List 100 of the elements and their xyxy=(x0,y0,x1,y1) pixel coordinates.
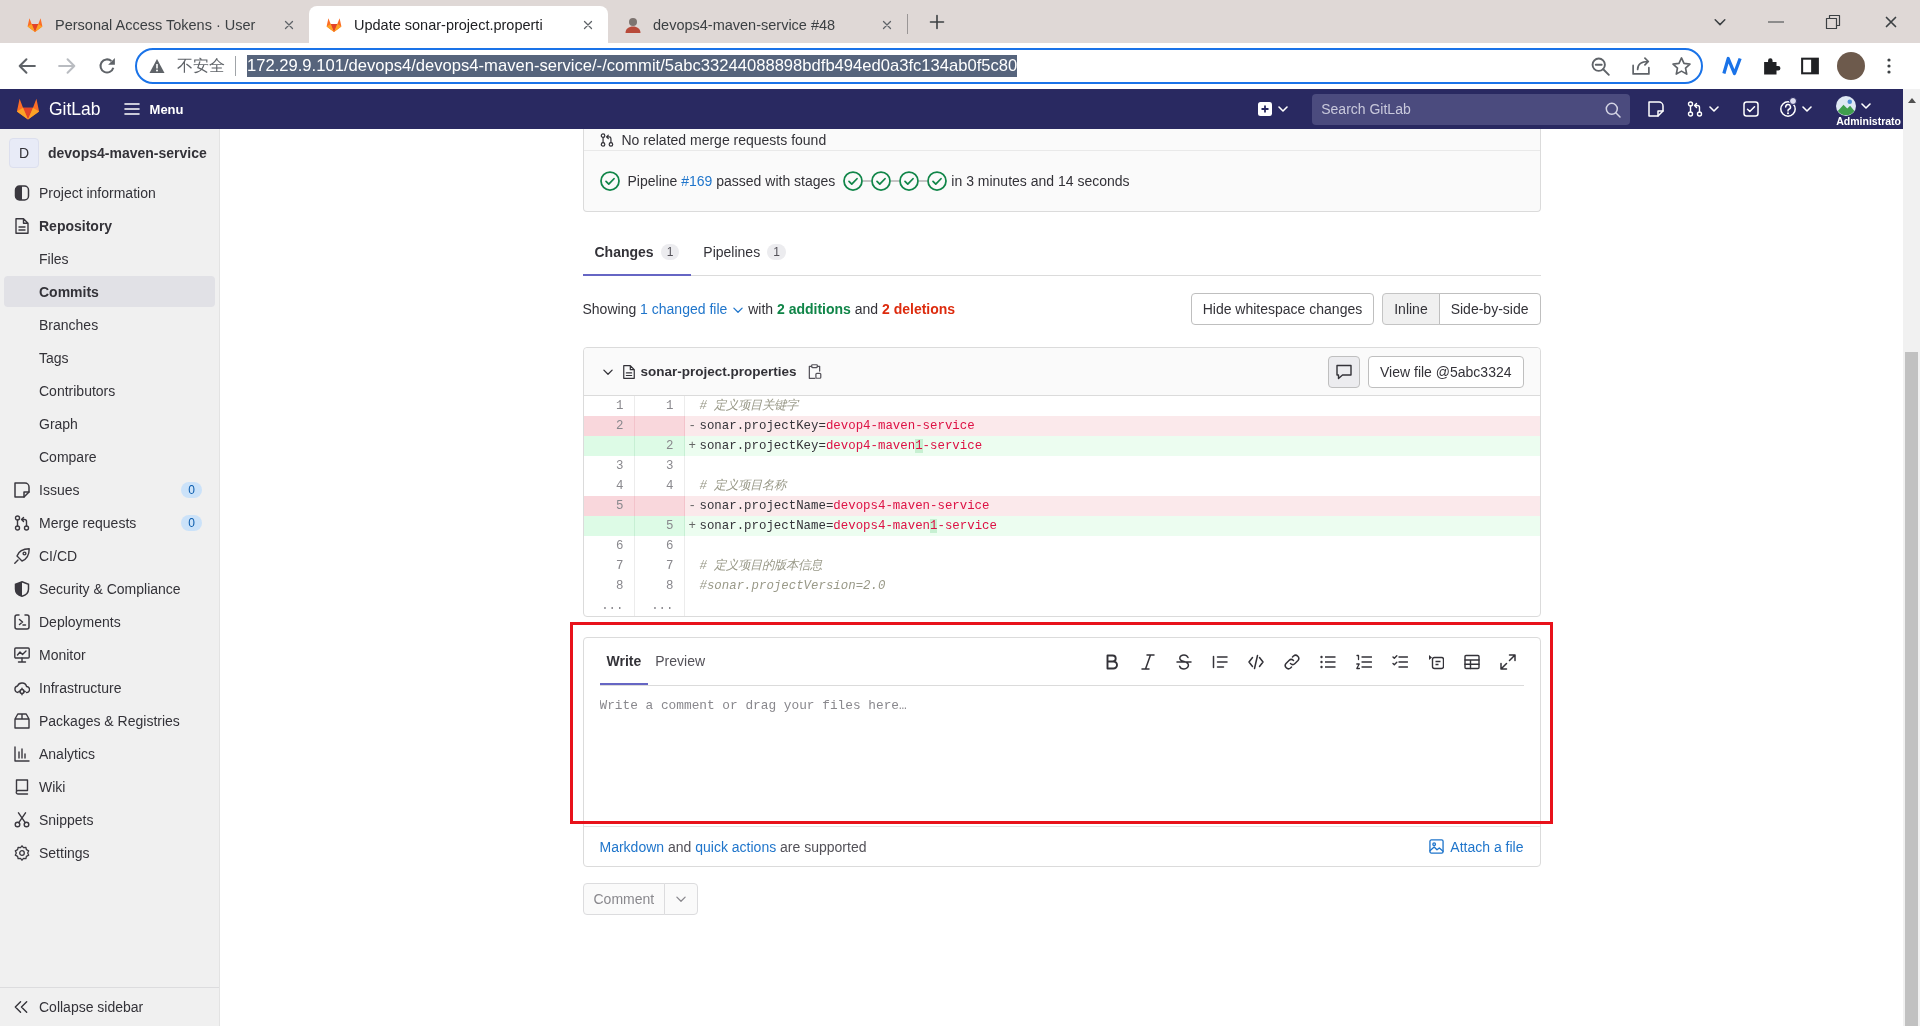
sidebar-item[interactable]: CI/CD xyxy=(4,540,215,571)
collapsible-icon[interactable] xyxy=(1427,653,1444,670)
view-mode-button[interactable]: Inline xyxy=(1382,293,1440,325)
check-circle-icon[interactable] xyxy=(927,171,948,191)
checklist-icon[interactable] xyxy=(1391,653,1408,670)
search-icon[interactable] xyxy=(1605,101,1622,118)
url-text[interactable]: 172.29.9.101/devops4/devops4-maven-service/-/commit/5abc33244088898bdfb494ed0a3fc134ab0f5c80 xyxy=(247,55,1018,77)
fullscreen-icon[interactable] xyxy=(1499,653,1516,670)
line-number: 2 xyxy=(583,416,635,436)
fox-icon xyxy=(27,16,43,33)
restore-icon[interactable] xyxy=(1825,13,1841,30)
comment-form[interactable]: Write Preview Write a comment or drag your files here… Markdown and quick actions are supported Attach a file xyxy=(582,637,1541,867)
sidebar-item[interactable]: Files xyxy=(4,243,215,274)
fox-icon[interactable] xyxy=(16,97,40,121)
search-field[interactable]: Search GitLab xyxy=(1312,93,1631,125)
puzzle-icon[interactable] xyxy=(1763,57,1781,75)
sidebar-item[interactable]: Settings xyxy=(4,837,215,868)
kebab-icon[interactable] xyxy=(1887,58,1891,74)
sidebar-item[interactable]: Branches xyxy=(4,309,215,340)
view-mode-button[interactable]: Side-by-side xyxy=(1438,293,1541,325)
browser-tab[interactable]: Personal Access Tokens · User xyxy=(10,6,309,43)
zigzag-icon[interactable] xyxy=(1722,56,1742,76)
line-number: 5 xyxy=(583,496,635,516)
sidebar-item[interactable]: Commits xyxy=(4,276,215,307)
security-label[interactable]: 不安全 xyxy=(177,55,225,77)
merge-requests-note: No related merge requests found xyxy=(621,131,827,148)
caret-icon xyxy=(1278,104,1289,114)
package-icon xyxy=(14,712,30,729)
quick-actions-link[interactable]: quick actions xyxy=(695,838,777,855)
share-icon[interactable] xyxy=(1632,57,1650,75)
count-badge: 0 xyxy=(181,481,202,498)
tab[interactable]: Preview xyxy=(648,638,713,685)
markdown-link[interactable]: Markdown xyxy=(599,838,665,855)
box-arrow-icon xyxy=(14,613,30,630)
rocket-icon xyxy=(14,547,30,564)
check-circle-icon[interactable] xyxy=(899,171,920,191)
sidebar-item[interactable]: Infrastructure xyxy=(4,672,215,703)
check-square-icon[interactable] xyxy=(1743,101,1760,117)
sidebar-item[interactable]: Tags xyxy=(4,342,215,373)
sidebar-item[interactable]: Packages & Registries xyxy=(4,705,215,736)
zoom-out-icon[interactable] xyxy=(1591,56,1610,76)
pipeline-link[interactable]: #169 xyxy=(681,173,713,189)
tab[interactable]: Changes 1 xyxy=(582,229,692,276)
project-avatar[interactable]: D xyxy=(9,138,39,168)
view-file-button[interactable]: View file @5abc3324 xyxy=(1368,355,1524,388)
back-icon[interactable] xyxy=(18,57,36,75)
attach-file-link[interactable]: Attach a file xyxy=(1429,838,1524,855)
quote-icon[interactable] xyxy=(1211,653,1228,670)
tab[interactable]: Pipelines 1 xyxy=(691,229,798,276)
bulleted-list-icon[interactable] xyxy=(1319,653,1336,670)
code-line: # 定义项目的版本信息 xyxy=(698,557,824,575)
count-badge: 1 xyxy=(767,243,786,260)
sidebar-item[interactable]: Snippets xyxy=(4,804,215,835)
clipboard-icon[interactable] xyxy=(806,364,822,379)
merge-requests-button[interactable] xyxy=(1687,101,1720,117)
avatar-icon[interactable] xyxy=(1837,52,1865,80)
sidebar-item[interactable]: Monitor xyxy=(4,639,215,670)
image-icon xyxy=(1429,839,1445,854)
sidebar-item[interactable]: Security & Compliance xyxy=(4,573,215,604)
sidebar-item[interactable]: Deployments xyxy=(4,606,215,637)
link-icon[interactable] xyxy=(1283,653,1300,670)
sidebar-item[interactable]: Analytics xyxy=(4,738,215,769)
scrollbar-thumb[interactable] xyxy=(1905,352,1918,1026)
reload-icon[interactable] xyxy=(98,57,116,75)
browser-tab[interactable]: devops4-maven-service #48 xyxy=(608,6,907,43)
collapse-sidebar-button[interactable]: Collapse sidebar xyxy=(0,987,219,1026)
strikethrough-icon[interactable] xyxy=(1175,653,1192,670)
speech-bubble-icon xyxy=(1336,363,1352,380)
sidebar-item[interactable]: Issues 0 xyxy=(4,474,215,505)
code-icon[interactable] xyxy=(1247,653,1264,670)
check-circle-icon[interactable] xyxy=(599,171,620,191)
file-name[interactable]: sonar-project.properties xyxy=(640,364,797,379)
browser-tab[interactable]: Update sonar-project.properti xyxy=(309,6,608,43)
new-menu-button[interactable] xyxy=(1257,101,1289,117)
changed-files-link[interactable]: 1 changed file xyxy=(640,301,745,317)
numbered-list-icon[interactable] xyxy=(1355,653,1372,670)
scroll-up-icon[interactable] xyxy=(1907,98,1916,103)
sidebar-item[interactable]: Contributors xyxy=(4,375,215,406)
sidebar-item[interactable]: Wiki xyxy=(4,771,215,802)
panel-icon xyxy=(14,184,30,201)
note-icon[interactable] xyxy=(1648,101,1665,117)
sidebar-item[interactable]: Graph xyxy=(4,408,215,439)
italic-icon[interactable] xyxy=(1139,653,1156,670)
table-icon[interactable] xyxy=(1463,653,1480,670)
new-tab-icon[interactable] xyxy=(929,13,945,30)
sidebar-item[interactable]: Project information xyxy=(4,177,215,208)
user-menu-button[interactable] xyxy=(1836,96,1872,116)
project-name[interactable]: devops4-maven-service xyxy=(48,145,207,161)
sidebar-item[interactable]: Compare xyxy=(4,441,215,472)
check-circle-icon[interactable] xyxy=(843,171,864,191)
side-panel-icon[interactable] xyxy=(1801,57,1819,75)
check-circle-icon[interactable] xyxy=(871,171,892,191)
star-icon[interactable] xyxy=(1672,56,1691,76)
sidebar-item[interactable]: Repository xyxy=(4,210,215,241)
comment-toggle-button[interactable] xyxy=(1328,355,1360,388)
brand-name[interactable]: GitLab xyxy=(49,98,101,120)
hide-whitespace-button[interactable]: Hide whitespace changes xyxy=(1190,293,1375,325)
menu-button[interactable]: Menu xyxy=(123,101,184,117)
address-bar[interactable]: 不安全 172.29.9.101/devops4/devops4-maven-service/-/commit/5abc33244088898bdfb494ed0a3fc134ab0f5c80 xyxy=(135,48,1703,84)
sidebar-item[interactable]: Merge requests 0 xyxy=(4,507,215,538)
